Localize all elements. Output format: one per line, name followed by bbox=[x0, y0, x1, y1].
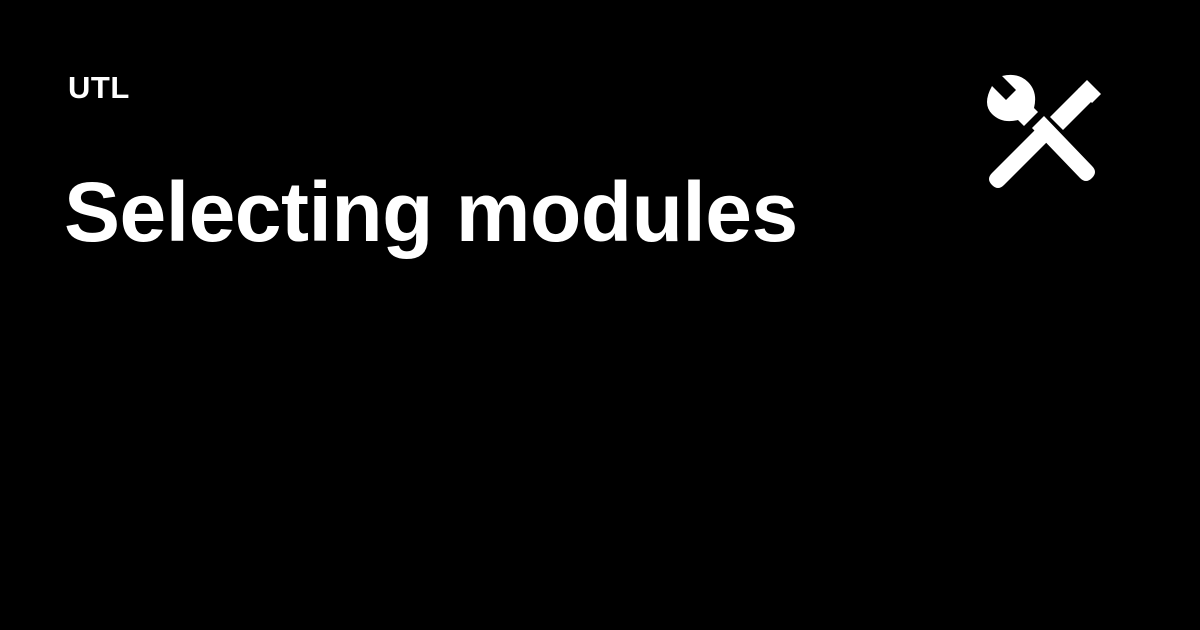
site-name: UTL bbox=[68, 70, 130, 105]
page-title: Selecting modules bbox=[64, 165, 798, 259]
wrench-screwdriver-icon bbox=[980, 70, 1106, 194]
social-card: UTL Selecting modules bbox=[0, 0, 1200, 630]
